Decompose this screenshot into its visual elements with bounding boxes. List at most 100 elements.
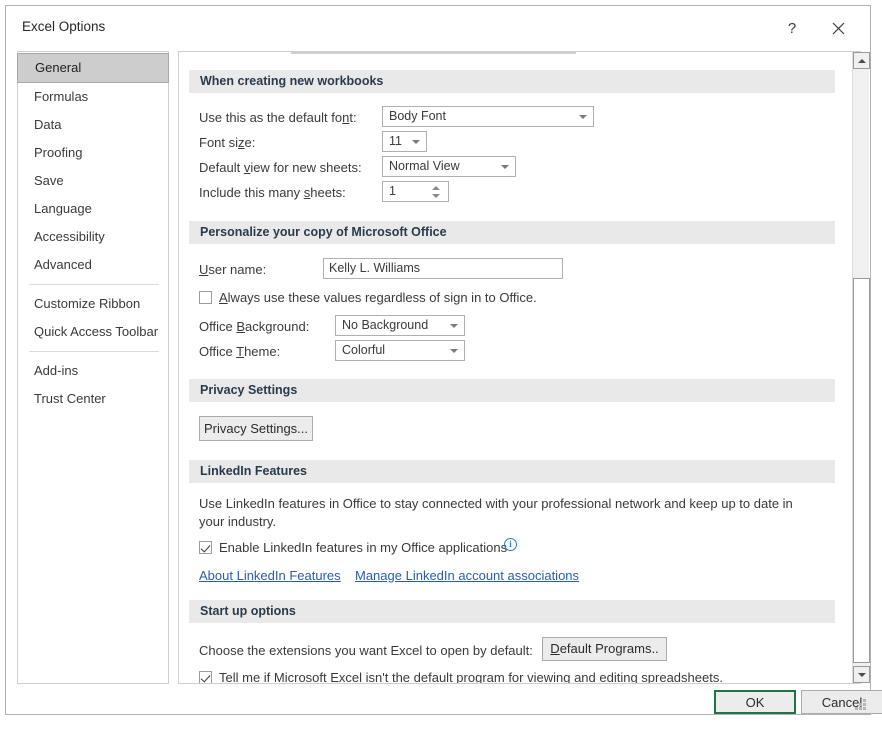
sidebar-item-label: Quick Access Toolbar <box>34 324 159 339</box>
section-header-personalize: Personalize your copy of Microsoft Offic… <box>189 221 835 244</box>
options-content-panel: When creating new workbooks Use this as … <box>178 51 861 684</box>
scrollbar-thumb[interactable] <box>853 278 870 663</box>
info-icon[interactable]: i <box>504 538 517 551</box>
stepper-up-icon[interactable] <box>432 186 440 190</box>
section-header-new-workbooks: When creating new workbooks <box>189 70 835 93</box>
sidebar-item-formulas[interactable]: Formulas <box>18 83 168 111</box>
row-default-programs: Choose the extensions you want Excel to … <box>199 637 845 667</box>
section-header-linkedin: LinkedIn Features <box>189 460 835 483</box>
chevron-down-icon <box>450 324 458 328</box>
scroll-up-icon[interactable] <box>853 52 870 69</box>
office-theme-combo[interactable]: Colorful <box>335 340 465 361</box>
chevron-down-icon <box>579 115 587 119</box>
always-use-values-label[interactable]: Always use these values regardless of si… <box>219 290 537 305</box>
sidebar-item-trust-center[interactable]: Trust Center <box>18 385 168 413</box>
options-content-inner: When creating new workbooks Use this as … <box>179 52 845 683</box>
extensions-label: Choose the extensions you want Excel to … <box>199 643 533 658</box>
section-header-privacy: Privacy Settings <box>189 379 835 402</box>
default-programs-button[interactable]: Default Programs.. <box>542 637 667 661</box>
linkedin-links-row: About LinkedIn Features Manage LinkedIn … <box>199 566 845 594</box>
row-enable-linkedin: Enable LinkedIn features in my Office ap… <box>199 537 845 561</box>
excel-options-dialog: Excel Options ? General Formulas Data Pr… <box>5 5 882 715</box>
manage-linkedin-associations-link[interactable]: Manage LinkedIn account associations <box>355 568 579 583</box>
font-size-combo[interactable]: 11 <box>382 131 427 152</box>
default-view-value: Normal View <box>389 159 460 173</box>
sidebar-item-label: Save <box>34 173 64 188</box>
row-font-size: Font size: 11 <box>199 131 845 156</box>
stepper-down-icon[interactable] <box>432 194 440 198</box>
sidebar-item-label: Advanced <box>34 257 92 272</box>
sidebar-divider <box>29 351 159 352</box>
user-name-value: Kelly L. Williams <box>329 261 420 275</box>
user-name-field[interactable]: Kelly L. Williams <box>323 258 563 279</box>
ok-button[interactable]: OK <box>714 690 796 714</box>
default-font-combo[interactable]: Body Font <box>382 106 594 127</box>
office-background-value: No Background <box>342 318 429 332</box>
row-tell-me-default: Tell me if Microsoft Excel isn't the def… <box>199 667 845 683</box>
about-linkedin-features-link[interactable]: About LinkedIn Features <box>199 568 341 583</box>
sidebar-item-data[interactable]: Data <box>18 111 168 139</box>
row-user-name: User name: Kelly L. Williams <box>199 258 845 283</box>
default-font-value: Body Font <box>389 109 446 123</box>
sidebar-item-label: Proofing <box>34 145 83 160</box>
close-icon[interactable] <box>818 14 858 42</box>
sidebar-divider <box>29 284 159 285</box>
chevron-down-icon <box>450 349 458 353</box>
enable-linkedin-label[interactable]: Enable LinkedIn features in my Office ap… <box>219 540 507 555</box>
sidebar-item-add-ins[interactable]: Add-ins <box>18 357 168 385</box>
enable-linkedin-checkbox[interactable] <box>199 541 212 554</box>
row-office-theme: Office Theme: Colorful <box>199 340 845 365</box>
default-view-label: Default view for new sheets: <box>199 160 362 175</box>
sidebar-item-label: Language <box>34 201 92 216</box>
always-use-values-checkbox[interactable] <box>199 291 212 304</box>
sidebar-item-general[interactable]: General <box>17 53 169 83</box>
options-scrollbar[interactable] <box>852 52 870 683</box>
sidebar-item-label: Formulas <box>34 89 89 104</box>
user-name-label: User name: <box>199 262 267 277</box>
row-default-view: Default view for new sheets: Normal View <box>199 156 845 181</box>
sidebar-item-label: General <box>35 60 82 75</box>
sidebar-item-label: Add-ins <box>34 363 79 378</box>
row-always-use-values: Always use these values regardless of si… <box>199 287 845 311</box>
office-background-label: Office Background: <box>199 319 310 334</box>
include-sheets-stepper[interactable]: 1 <box>382 181 449 202</box>
sidebar-item-accessibility[interactable]: Accessibility <box>18 223 168 251</box>
include-sheets-label: Include this many sheets: <box>199 185 346 200</box>
sidebar-item-quick-access-toolbar[interactable]: Quick Access Toolbar <box>18 318 168 346</box>
sidebar-item-save[interactable]: Save <box>18 167 168 195</box>
sidebar-item-label: Trust Center <box>34 391 106 406</box>
row-office-background: Office Background: No Background <box>199 315 845 340</box>
sidebar-item-label: Accessibility <box>34 229 105 244</box>
linkedin-description-wrap: Use LinkedIn features in Office to stay … <box>199 495 845 537</box>
office-theme-value: Colorful <box>342 343 386 357</box>
chevron-down-icon <box>412 140 420 144</box>
resize-grip[interactable] <box>854 698 866 710</box>
chevron-down-icon <box>501 165 509 169</box>
default-view-combo[interactable]: Normal View <box>382 156 516 177</box>
category-sidebar: General Formulas Data Proofing Save Lang… <box>17 51 169 684</box>
font-size-value: 11 <box>389 134 402 148</box>
privacy-settings-button[interactable]: Privacy Settings... <box>199 416 313 441</box>
sidebar-item-label: Data <box>34 117 62 132</box>
linkedin-description: Use LinkedIn features in Office to stay … <box>199 496 793 529</box>
scroll-down-icon[interactable] <box>853 666 870 683</box>
sidebar-item-language[interactable]: Language <box>18 195 168 223</box>
office-theme-label: Office Theme: <box>199 344 281 359</box>
row-default-font: Use this as the default font: Body Font <box>199 106 845 131</box>
help-icon[interactable]: ? <box>772 14 812 42</box>
row-include-sheets: Include this many sheets: 1 <box>199 181 845 206</box>
office-background-combo[interactable]: No Background <box>335 315 465 336</box>
title-bar: Excel Options ? <box>6 6 870 50</box>
dialog-title: Excel Options <box>22 19 106 34</box>
sidebar-item-label: Customize Ribbon <box>34 296 141 311</box>
sidebar-item-customize-ribbon[interactable]: Customize Ribbon <box>18 290 168 318</box>
sidebar-item-proofing[interactable]: Proofing <box>18 139 168 167</box>
font-size-label: Font size: <box>199 135 256 150</box>
tell-me-default-label[interactable]: Tell me if Microsoft Excel isn't the def… <box>219 670 723 683</box>
cancel-button[interactable]: Cancel <box>801 690 882 714</box>
section-header-startup: Start up options <box>189 600 835 623</box>
sidebar-item-advanced[interactable]: Advanced <box>18 251 168 279</box>
row-privacy-settings: Privacy Settings... <box>199 416 845 446</box>
default-font-label: Use this as the default font: <box>199 110 357 125</box>
tell-me-default-checkbox[interactable] <box>199 671 212 683</box>
